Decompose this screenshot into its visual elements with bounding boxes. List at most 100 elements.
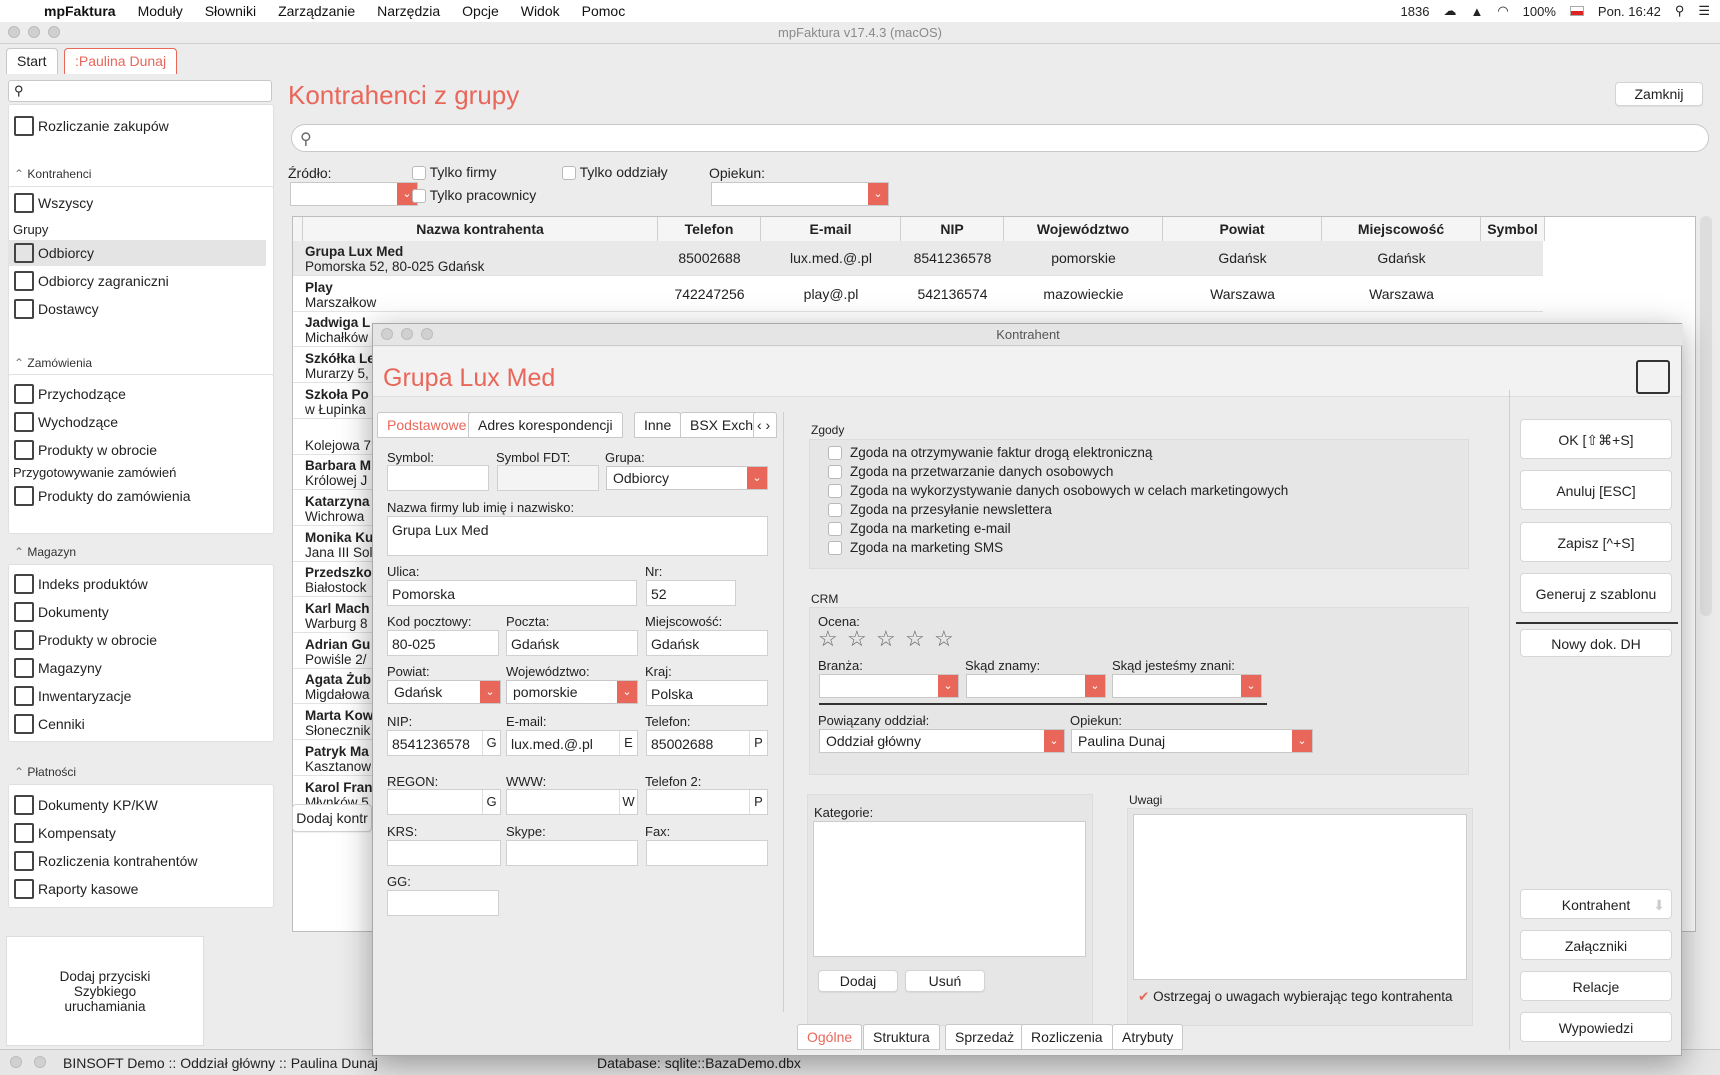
only-employees-checkbox[interactable]: Tylko pracownicy: [412, 187, 536, 204]
keeper-select[interactable]: ⌄: [711, 182, 889, 206]
section-zamowienia[interactable]: Zamówienia: [14, 356, 92, 370]
star-icon[interactable]: ☆: [818, 626, 838, 652]
drive-icon[interactable]: ▲: [1470, 4, 1483, 19]
table-row[interactable]: Grupa Lux Med Pomorska 52, 80-025 Gdańsk 8…: [293, 241, 1543, 276]
email-send-button[interactable]: E: [619, 731, 637, 755]
star-icon[interactable]: ☆: [905, 626, 925, 652]
tab-sprzedaz[interactable]: Sprzedaż: [945, 1024, 1025, 1050]
zoom-window-icon[interactable]: [421, 328, 433, 340]
symbol-fdt-input[interactable]: [497, 465, 599, 491]
app-menu[interactable]: mpFaktura: [44, 3, 116, 19]
sidebar-item-kompensaty[interactable]: Kompensaty: [14, 820, 272, 846]
close-button[interactable]: Zamknij: [1615, 82, 1703, 106]
ulica-input[interactable]: Pomorska: [387, 580, 637, 606]
menu-opcje[interactable]: Opcje: [462, 3, 499, 19]
sidebar-item-produkty-do-zamowienia[interactable]: Produkty do zamówienia: [14, 483, 272, 509]
menu-pomoc[interactable]: Pomoc: [582, 3, 626, 19]
consent-marketing-data[interactable]: Zgoda na wykorzystywanie danych osobowyc…: [828, 483, 1288, 498]
menu-narzedzia[interactable]: Narzędzia: [377, 3, 440, 19]
cancel-button[interactable]: Anuluj [ESC]: [1520, 470, 1672, 510]
consent-newsletter[interactable]: Zgoda na przesyłanie newslettera: [828, 502, 1052, 517]
tab-rozliczenia[interactable]: Rozliczenia: [1021, 1024, 1113, 1050]
search-icon[interactable]: ⚲: [1675, 3, 1685, 19]
add-category-button[interactable]: Dodaj: [818, 970, 898, 992]
warn-checkbox[interactable]: ✔ Ostrzegaj o uwagach wybierając tego ko…: [1138, 989, 1453, 1005]
kod-input[interactable]: 80-025: [387, 630, 499, 656]
wifi-icon[interactable]: ◠: [1497, 3, 1508, 19]
sidebar-item-inwentaryzacje[interactable]: Inwentaryzacje: [14, 683, 272, 709]
symbol-input[interactable]: [387, 465, 489, 491]
phone-call-button[interactable]: P: [749, 731, 767, 755]
tab-start[interactable]: Start: [6, 48, 58, 74]
checkbox[interactable]: [412, 189, 426, 204]
consent-email-marketing[interactable]: Zgoda na marketing e-mail: [828, 521, 1011, 536]
save-button[interactable]: Zapisz [^+S]: [1520, 522, 1672, 562]
uwagi-textarea[interactable]: [1133, 814, 1467, 980]
col-symbol[interactable]: Symbol kl: [1481, 217, 1545, 261]
phone2-call-button[interactable]: P: [749, 790, 767, 814]
sidebar-item-wychodzace[interactable]: Wychodzące: [14, 409, 272, 435]
sidebar-item-odbiorcy-zagraniczni[interactable]: Odbiorcy zagraniczni: [14, 268, 272, 294]
section-platnosci[interactable]: Płatności: [14, 765, 76, 779]
table-scrollbar[interactable]: [1700, 216, 1712, 616]
sidebar-item-przychodzace[interactable]: Przychodzące: [14, 381, 272, 407]
krs-input[interactable]: [387, 840, 501, 866]
sidebar-item-odbiorcy[interactable]: Odbiorcy: [8, 240, 266, 266]
sidebar-item-dokumenty-kpkw[interactable]: Dokumenty KP/KW: [14, 792, 272, 818]
skad-select[interactable]: ⌄: [966, 674, 1106, 698]
tab-podstawowe[interactable]: Podstawowe: [377, 412, 477, 438]
branza-select[interactable]: ⌄: [819, 674, 959, 698]
side-tab-relacje[interactable]: Relacje: [1520, 971, 1672, 1001]
consent-sms-marketing[interactable]: Zgoda na marketing SMS: [828, 540, 1003, 555]
skype-input[interactable]: [506, 840, 638, 866]
clock[interactable]: Pon. 16:42: [1598, 4, 1661, 19]
kraj-input[interactable]: Polska: [646, 680, 768, 706]
star-icon[interactable]: ☆: [934, 626, 954, 652]
fax-input[interactable]: [646, 840, 768, 866]
zoom-window-icon[interactable]: [48, 26, 60, 38]
skad-nas-select[interactable]: ⌄: [1112, 674, 1262, 698]
battery-label[interactable]: 100%: [1523, 4, 1556, 19]
checkbox[interactable]: [828, 464, 842, 479]
menu-list-icon[interactable]: ☰: [1698, 3, 1710, 19]
tabs-scroll-arrows[interactable]: ‹ ›: [753, 412, 777, 438]
close-window-icon[interactable]: [8, 26, 20, 38]
side-tab-kontrahent[interactable]: Kontrahent ⬇: [1520, 889, 1672, 919]
sidebar-search-input[interactable]: ⚲: [8, 80, 272, 102]
gg-input[interactable]: [387, 890, 499, 916]
col-name[interactable]: Nazwa kontrahenta: [303, 217, 658, 241]
section-magazyn[interactable]: Magazyn: [14, 545, 76, 559]
kategorie-list[interactable]: [813, 821, 1086, 957]
col-powiat[interactable]: Powiat: [1163, 217, 1322, 241]
nazwa-input[interactable]: Grupa Lux Med: [387, 516, 768, 556]
menu-widok[interactable]: Widok: [521, 3, 560, 19]
nip-input[interactable]: 8541236578 G: [387, 730, 501, 756]
grupa-select[interactable]: Odbiorcy ⌄: [606, 466, 768, 490]
tab-inne[interactable]: Inne: [634, 412, 682, 438]
add-contractor-button[interactable]: Dodaj kontr: [292, 804, 372, 832]
menu-zarzadzanie[interactable]: Zarządzanie: [278, 3, 355, 19]
new-document-button[interactable]: Nowy dok. DH: [1520, 629, 1672, 657]
checkbox[interactable]: [828, 540, 842, 555]
oddzial-select[interactable]: Oddział główny ⌄: [819, 729, 1065, 753]
star-icon[interactable]: ☆: [876, 626, 896, 652]
remove-category-button[interactable]: Usuń: [905, 970, 985, 992]
flag-icon[interactable]: [1569, 6, 1584, 16]
telefon-input[interactable]: 85002688 P: [646, 730, 768, 756]
generate-from-template-button[interactable]: Generuj z szablonu: [1520, 573, 1672, 613]
col-email[interactable]: E-mail: [761, 217, 901, 241]
checkbox[interactable]: [828, 483, 842, 498]
nr-input[interactable]: 52: [646, 580, 736, 606]
tab-ogolne[interactable]: Ogólne: [797, 1024, 863, 1050]
sidebar-item-dokumenty[interactable]: Dokumenty: [14, 599, 272, 625]
sidebar-item-raporty-kasowe[interactable]: Raporty kasowe: [14, 876, 272, 902]
checkbox[interactable]: [828, 445, 842, 460]
col-nip[interactable]: NIP: [901, 217, 1004, 241]
status-count[interactable]: 1836: [1401, 4, 1430, 19]
menu-moduly[interactable]: Moduły: [138, 3, 183, 19]
sidebar-item-produkty-w-obrocie-2[interactable]: Produkty w obrocie: [14, 627, 272, 653]
only-branches-checkbox[interactable]: Tylko oddziały: [562, 164, 668, 181]
nip-gus-button[interactable]: G: [482, 731, 500, 755]
table-row[interactable]: Play Marszałkow 742247256 play@.pl 542136574…: [293, 277, 1543, 312]
www-open-button[interactable]: W: [619, 790, 637, 814]
